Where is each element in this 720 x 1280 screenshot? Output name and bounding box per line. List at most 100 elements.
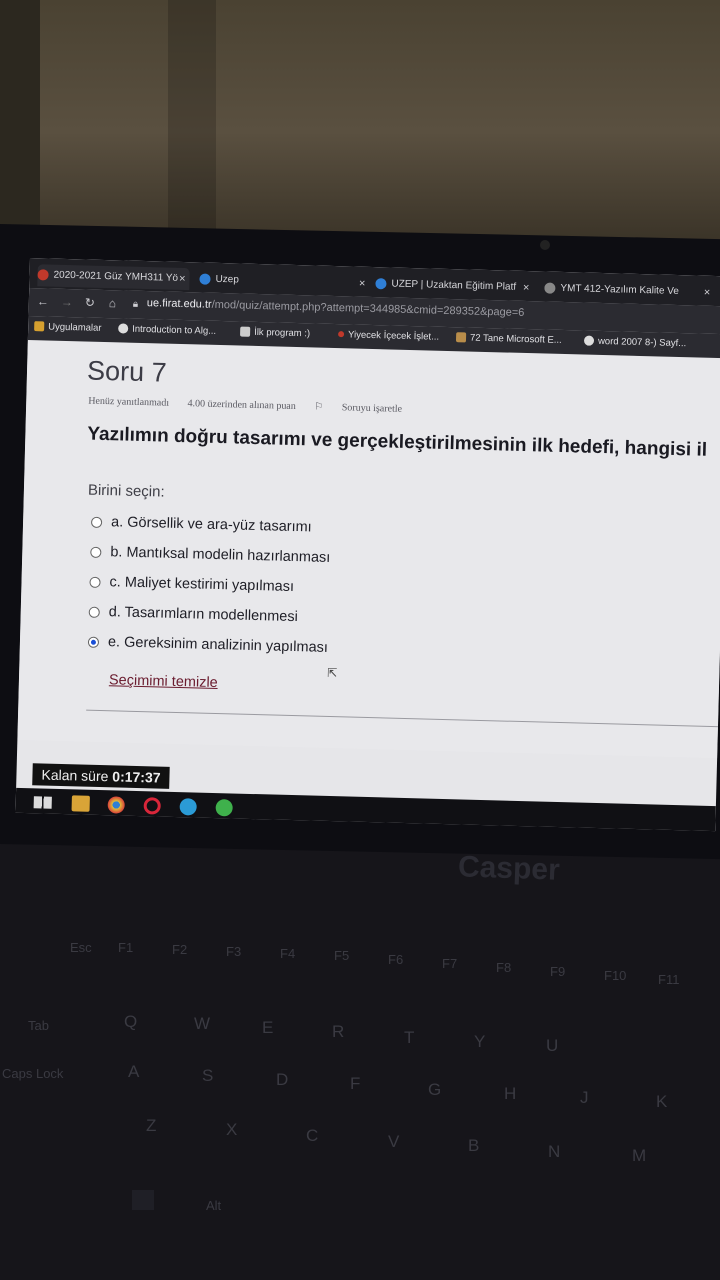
key-m[interactable]: M <box>632 1146 646 1166</box>
forward-icon[interactable]: → <box>61 295 73 309</box>
key-q[interactable]: Q <box>124 1012 137 1032</box>
bookmark-apps[interactable]: Uygulamalar <box>34 321 102 334</box>
key-k[interactable]: K <box>656 1092 667 1112</box>
key-n[interactable]: N <box>548 1142 560 1162</box>
key-u[interactable]: U <box>546 1036 558 1056</box>
bookmark-yiyecek[interactable]: Yiyecek İçecek İşlet... <box>338 329 439 343</box>
bookmark-introduction[interactable]: Introduction to Alg... <box>118 323 216 337</box>
key-tab[interactable]: Tab <box>28 1018 49 1033</box>
tab-ymt412[interactable]: YMT 412-Yazılım Kalite Ve × <box>544 277 715 303</box>
apps-icon <box>34 321 45 332</box>
webcam <box>540 240 550 250</box>
reload-icon[interactable]: ↻ <box>85 295 95 309</box>
site-icon <box>37 269 49 281</box>
radio-button[interactable] <box>89 576 101 588</box>
lock-icon[interactable]: 🔒︎ <box>133 299 139 310</box>
chrome-icon[interactable] <box>107 796 125 814</box>
radio-button[interactable] <box>90 546 102 558</box>
key-caps-lock[interactable]: Caps Lock <box>2 1066 63 1081</box>
laptop-screen: 2020-2021 Güz YMH311 Yö × Uzep × UZEP | … <box>15 258 720 832</box>
ie-icon <box>375 277 387 290</box>
answer-option-c[interactable]: c. Maliyet kestirimi yapılması <box>89 574 294 595</box>
flag-icon: ⚐ <box>314 401 326 413</box>
close-icon[interactable]: × <box>179 268 186 290</box>
bookmark-word[interactable]: word 2007 8-) Sayf... <box>583 336 686 349</box>
key-j[interactable]: J <box>580 1088 589 1108</box>
key-esc[interactable]: Esc <box>70 940 92 955</box>
mouse-cursor-icon: ⇱ <box>327 665 338 681</box>
key-f8[interactable]: F8 <box>496 960 511 975</box>
question-title: Soru 7 <box>86 355 168 388</box>
wall-shadow <box>0 0 40 240</box>
key-g[interactable]: G <box>428 1080 441 1100</box>
key-f4[interactable]: F4 <box>280 946 295 961</box>
answer-option-d[interactable]: d. Tasarımların modellenmesi <box>88 604 298 625</box>
key-y[interactable]: Y <box>474 1032 485 1052</box>
bookmark-icon <box>455 332 467 343</box>
key-v[interactable]: V <box>388 1132 399 1152</box>
key-f6[interactable]: F6 <box>388 952 403 967</box>
close-icon[interactable]: × <box>359 273 366 295</box>
key-t[interactable]: T <box>404 1028 414 1048</box>
radio-button-selected[interactable] <box>87 636 100 648</box>
file-explorer-icon[interactable] <box>71 795 90 812</box>
key-s[interactable]: S <box>202 1066 213 1086</box>
key-f2[interactable]: F2 <box>172 942 187 957</box>
tab-uzep-platform[interactable]: UZEP | Uzaktan Eğitim Platf × <box>375 273 534 299</box>
key-c[interactable]: C <box>306 1126 318 1146</box>
answer-option-b[interactable]: b. Mantıksal modelin hazırlanması <box>90 544 330 566</box>
key-f11[interactable]: F11 <box>658 972 679 987</box>
answer-option-e[interactable]: e. Gereksinim analizinin yapılması <box>87 634 328 656</box>
key-h[interactable]: H <box>504 1084 516 1104</box>
key-d[interactable]: D <box>276 1070 288 1090</box>
key-f5[interactable]: F5 <box>334 948 349 963</box>
bookmark-ilk-program[interactable]: İlk program :) <box>240 327 310 339</box>
back-icon[interactable]: ← <box>37 294 49 308</box>
windows-start-icon[interactable] <box>33 796 52 809</box>
divider <box>86 709 720 728</box>
bookmark-icon <box>240 327 251 338</box>
radio-button[interactable] <box>88 606 100 618</box>
close-icon[interactable]: × <box>704 282 711 304</box>
key-f1[interactable]: F1 <box>118 940 133 955</box>
answer-prompt: Birini seçin: <box>87 481 165 501</box>
key-r[interactable]: R <box>332 1022 344 1042</box>
question-meta: Henüz yanıtlanmadı 4.00 üzerinden alınan… <box>88 396 434 416</box>
globe-icon <box>583 336 595 347</box>
whatsapp-icon[interactable] <box>215 799 233 817</box>
bookmark-icon <box>338 331 345 338</box>
question-status: Henüz yanıtlanmadı <box>88 395 170 409</box>
key-alt[interactable]: Alt <box>206 1198 221 1213</box>
home-icon[interactable]: ⌂ <box>109 296 117 310</box>
key-f[interactable]: F <box>350 1074 360 1094</box>
globe-icon <box>118 323 129 335</box>
flag-question-link[interactable]: ⚐ Soruyu işaretle <box>314 401 418 415</box>
opera-icon[interactable] <box>143 797 161 815</box>
laptop-brand-logo: Casper <box>457 850 561 887</box>
key-b[interactable]: B <box>468 1136 479 1156</box>
clear-choice-link[interactable]: Seçimimi temizle <box>109 672 218 691</box>
key-f10[interactable]: F10 <box>604 968 626 983</box>
telegram-icon[interactable] <box>179 798 197 816</box>
room-wall <box>0 0 720 240</box>
ie-icon <box>199 273 211 285</box>
keyboard: Esc F1 F2 F3 F4 F5 F6 F7 F8 F9 F10 F11 T… <box>0 900 720 1280</box>
key-f7[interactable]: F7 <box>442 956 457 971</box>
key-f9[interactable]: F9 <box>550 964 565 979</box>
time-remaining: Kalan süre 0:17:37 <box>32 763 170 789</box>
windows-key-icon[interactable] <box>132 1190 154 1210</box>
key-z[interactable]: Z <box>146 1116 156 1136</box>
bookmark-microsoft[interactable]: 72 Tane Microsoft E... <box>455 332 562 346</box>
close-icon[interactable]: × <box>523 277 530 299</box>
key-f3[interactable]: F3 <box>226 944 241 959</box>
tab-quiz[interactable]: 2020-2021 Güz YMH311 Yö × <box>37 264 190 291</box>
wall-pillar <box>168 0 216 230</box>
key-e[interactable]: E <box>262 1018 273 1038</box>
key-a[interactable]: A <box>128 1062 139 1082</box>
key-w[interactable]: W <box>194 1014 210 1034</box>
key-x[interactable]: X <box>226 1120 237 1140</box>
answer-option-a[interactable]: a. Görsellik ve ara-yüz tasarımı <box>90 514 312 535</box>
url-field[interactable]: ue.firat.edu.tr/mod/quiz/attempt.php?att… <box>147 297 525 319</box>
radio-button[interactable] <box>90 516 103 528</box>
tab-uzep[interactable]: Uzep × <box>199 268 370 294</box>
